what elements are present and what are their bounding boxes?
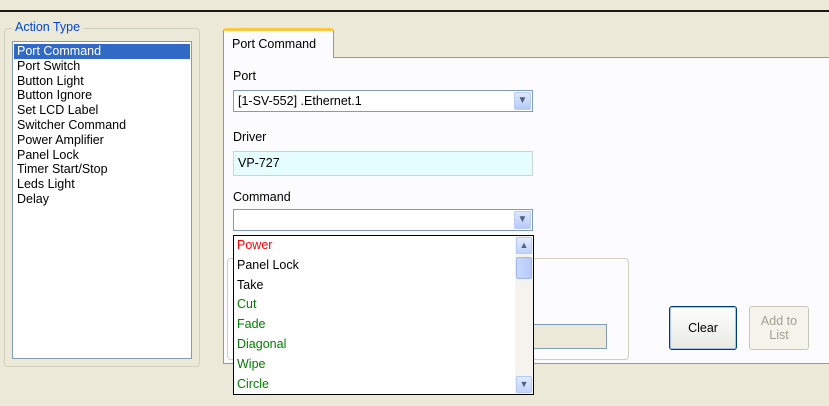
command-label: Command — [233, 190, 291, 204]
list-item-button-ignore[interactable]: Button Ignore — [14, 88, 190, 103]
list-item-set-lcd-label[interactable]: Set LCD Label — [14, 103, 190, 118]
action-type-title: Action Type — [12, 20, 84, 34]
command-select[interactable]: ▼ — [233, 209, 533, 231]
chevron-down-icon[interactable]: ▼ — [514, 92, 531, 110]
tab-port-command[interactable]: Port Command — [223, 28, 334, 58]
list-item-leds-light[interactable]: Leds Light — [14, 177, 190, 192]
list-item-delay[interactable]: Delay — [14, 192, 190, 207]
chevron-down-icon[interactable]: ▼ — [514, 211, 531, 229]
dropdown-item-take[interactable]: Take — [234, 276, 533, 296]
top-divider — [0, 10, 829, 12]
scrollbar-thumb[interactable] — [516, 257, 532, 279]
command-dropdown-list[interactable]: Power Panel Lock Take Cut Fade Diagonal … — [233, 235, 534, 395]
dropdown-item-wipe[interactable]: Wipe — [234, 355, 533, 375]
clear-button[interactable]: Clear — [669, 306, 737, 350]
dropdown-item-diagonal[interactable]: Diagonal — [234, 335, 533, 355]
dropdown-item-fade[interactable]: Fade — [234, 315, 533, 335]
list-item-port-command[interactable]: Port Command — [14, 44, 190, 59]
list-item-panel-lock[interactable]: Panel Lock — [14, 148, 190, 163]
scroll-up-icon[interactable]: ▲ — [516, 237, 532, 254]
list-item-button-light[interactable]: Button Light — [14, 74, 190, 89]
list-item-port-switch[interactable]: Port Switch — [14, 59, 190, 74]
list-item-power-amplifier[interactable]: Power Amplifier — [14, 133, 190, 148]
dropdown-item-cut[interactable]: Cut — [234, 295, 533, 315]
driver-field[interactable]: VP-727 — [233, 151, 533, 176]
port-select[interactable]: [1-SV-552] .Ethernet.1 ▼ — [233, 90, 533, 112]
list-item-switcher-command[interactable]: Switcher Command — [14, 118, 190, 133]
dropdown-item-circle[interactable]: Circle — [234, 375, 533, 394]
action-type-list[interactable]: Port Command Port Switch Button Light Bu… — [12, 41, 192, 359]
port-select-value: [1-SV-552] .Ethernet.1 — [238, 94, 362, 108]
value-input[interactable] — [532, 324, 607, 349]
scroll-down-icon[interactable]: ▼ — [516, 376, 532, 393]
add-to-list-button[interactable]: Add to List — [749, 306, 809, 350]
dropdown-item-panel-lock[interactable]: Panel Lock — [234, 256, 533, 276]
list-item-timer-start-stop[interactable]: Timer Start/Stop — [14, 162, 190, 177]
dropdown-item-power[interactable]: Power — [234, 236, 533, 256]
driver-label: Driver — [233, 130, 267, 144]
port-label: Port — [233, 69, 256, 83]
dropdown-scrollbar[interactable]: ▲ ▼ — [515, 236, 533, 394]
